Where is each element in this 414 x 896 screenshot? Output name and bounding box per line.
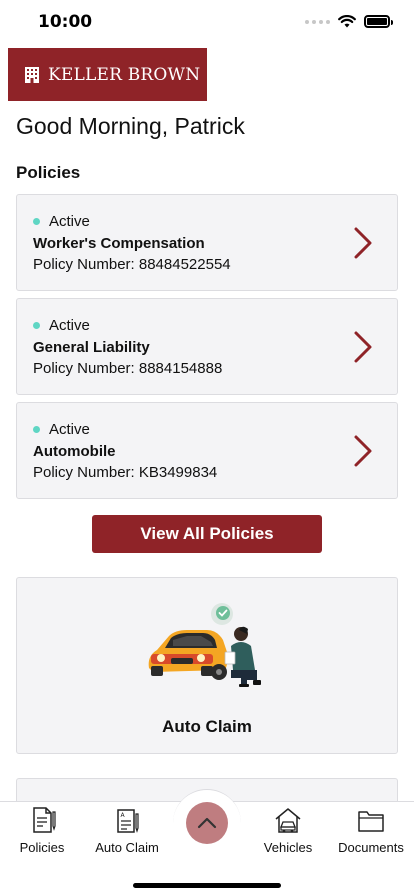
active-status-dot [33, 426, 40, 433]
policy-status-label: Active [49, 421, 90, 438]
wifi-icon [338, 15, 356, 28]
cellular-signal-icon [305, 19, 330, 24]
tab-documents[interactable]: Documents [334, 806, 408, 855]
chevron-right-icon [354, 227, 372, 259]
auto-claim-card[interactable]: Auto Claim [16, 577, 398, 754]
tab-label: Vehicles [263, 840, 313, 855]
building-icon [25, 66, 39, 83]
active-status-dot [33, 218, 40, 225]
vehicles-icon [275, 808, 301, 833]
greeting-heading: Good Morning, Patrick [16, 113, 245, 139]
tab-label: Auto Claim [95, 840, 159, 855]
chevron-right-icon [354, 435, 372, 467]
auto-claim-title: Auto Claim [162, 717, 252, 736]
policy-name: General Liability [33, 339, 150, 356]
brand-logo: KELLER BROWN [8, 48, 207, 101]
policies-icon [33, 807, 56, 833]
tab-label: Documents [338, 840, 404, 855]
svg-text:A: A [121, 812, 126, 819]
brand-name: KELLER BROWN [48, 64, 201, 85]
view-all-policies-button[interactable]: View All Policies [92, 515, 322, 553]
home-indicator [133, 883, 281, 888]
policy-status: Active [33, 421, 90, 438]
auto-claim-illustration [148, 603, 261, 687]
expand-menu-button[interactable] [186, 802, 228, 844]
policy-status: Active [33, 213, 90, 230]
policy-status: Active [33, 317, 90, 334]
status-icons [305, 15, 393, 28]
tab-auto-claim[interactable]: A Auto Claim [92, 806, 162, 855]
policy-number: Policy Number: 88484522554 [33, 256, 231, 273]
policy-name: Worker's Compensation [33, 235, 205, 252]
status-bar: 10:00 [0, 0, 414, 46]
policy-card[interactable]: Active Worker's Compensation Policy Numb… [16, 194, 398, 291]
tab-label: Policies [19, 840, 65, 855]
status-time: 10:00 [38, 12, 93, 32]
policy-number: Policy Number: KB3499834 [33, 464, 218, 481]
tab-vehicles[interactable]: Vehicles [261, 806, 315, 855]
policy-status-label: Active [49, 213, 90, 230]
policy-name: Automobile [33, 443, 116, 460]
policies-section-title: Policies [16, 163, 81, 182]
policy-status-label: Active [49, 317, 90, 334]
chevron-right-icon [354, 331, 372, 363]
active-status-dot [33, 322, 40, 329]
auto-claim-icon: A [117, 809, 139, 833]
policy-card[interactable]: Active General Liability Policy Number: … [16, 298, 398, 395]
policy-card[interactable]: Active Automobile Policy Number: KB34998… [16, 402, 398, 499]
chevron-up-icon [197, 817, 217, 829]
tab-policies[interactable]: Policies [18, 806, 66, 855]
documents-icon [358, 811, 384, 832]
policy-number: Policy Number: 8884154888 [33, 360, 223, 377]
battery-icon [364, 15, 393, 28]
